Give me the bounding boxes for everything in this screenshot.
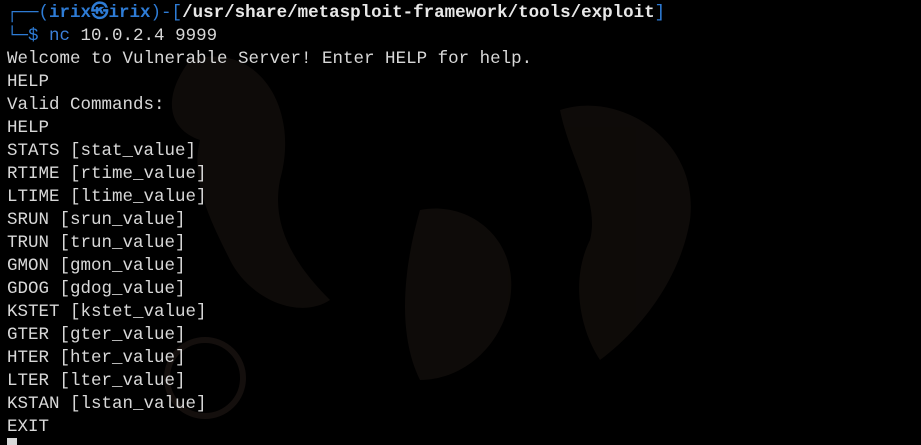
- prompt-working-directory: /usr/share/metasploit-framework/tools/ex…: [182, 3, 655, 23]
- output-line: TRUN [trun_value]: [7, 233, 186, 253]
- output-line: SRUN [srun_value]: [7, 210, 186, 230]
- terminal-output: Welcome to Vulnerable Server! Enter HELP…: [7, 48, 921, 439]
- output-line: GTER [gter_value]: [7, 325, 186, 345]
- prompt-frame-bottom: └─: [7, 26, 29, 46]
- output-line: RTIME [rtime_value]: [7, 164, 207, 184]
- output-line: EXIT: [7, 417, 50, 437]
- output-line: KSTET [kstet_value]: [7, 302, 207, 322]
- output-line: KSTAN [lstan_value]: [7, 394, 207, 414]
- prompt-username: irix: [49, 3, 92, 23]
- prompt-line-command: └─$ nc 10.0.2.4 9999: [7, 25, 921, 48]
- prompt-line-top: ┌──(irix㉿irix)-[/usr/share/metasploit-fr…: [7, 2, 921, 25]
- output-line: Valid Commands:: [7, 95, 165, 115]
- output-line: HELP: [7, 72, 50, 92]
- output-line: LTER [lter_value]: [7, 371, 186, 391]
- output-line: STATS [stat_value]: [7, 141, 197, 161]
- output-line: GDOG [gdog_value]: [7, 279, 186, 299]
- command-args: 10.0.2.4 9999: [70, 26, 218, 46]
- prompt-dollar: $: [28, 26, 50, 46]
- terminal-window[interactable]: ┌──(irix㉿irix)-[/usr/share/metasploit-fr…: [7, 2, 921, 439]
- prompt-hostname: irix: [108, 3, 151, 23]
- output-line: HELP: [7, 118, 50, 138]
- prompt-at-symbol: ㉿: [91, 3, 109, 23]
- command-name: nc: [49, 26, 71, 46]
- prompt-separator-open: )-[: [150, 3, 183, 23]
- output-line: Welcome to Vulnerable Server! Enter HELP…: [7, 49, 533, 69]
- prompt-frame-top: ┌──(: [7, 3, 50, 23]
- terminal-cursor[interactable]: [7, 438, 17, 445]
- prompt-separator-close: ]: [654, 3, 666, 23]
- output-line: GMON [gmon_value]: [7, 256, 186, 276]
- output-line: LTIME [ltime_value]: [7, 187, 207, 207]
- output-line: HTER [hter_value]: [7, 348, 186, 368]
